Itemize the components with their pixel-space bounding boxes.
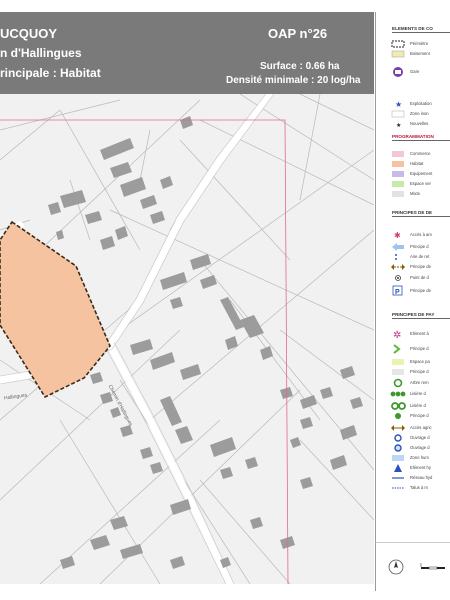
tree-row-icon bbox=[390, 391, 406, 397]
svg-text:✲: ✲ bbox=[393, 330, 401, 339]
arrow-brown-icon bbox=[391, 264, 405, 270]
legend-item-label: Elément hy bbox=[410, 465, 431, 470]
legend-panel: ELEMENTS DE CO Périmètre Boisement Gare ★ Exp… bbox=[375, 12, 450, 542]
legend-section-title: ELEMENTS DE CO bbox=[392, 26, 433, 31]
svg-text:P: P bbox=[395, 289, 400, 296]
north-arrow-icon bbox=[388, 559, 404, 575]
tree-single-icon bbox=[395, 413, 401, 419]
legend-section-title: PRINCIPES DE DE bbox=[392, 210, 433, 215]
legend-item-label: Accès à am bbox=[410, 232, 432, 237]
legend-section-rule bbox=[392, 216, 450, 217]
legend-item-label: Habitat bbox=[410, 161, 424, 166]
svg-text:✱: ✱ bbox=[394, 231, 401, 240]
footer-graphics bbox=[388, 559, 445, 575]
legend-item: Point de d bbox=[390, 272, 450, 283]
legend-section-rule bbox=[392, 140, 450, 141]
legend-item: Mixte bbox=[390, 188, 450, 199]
oap-number: OAP n°26 bbox=[268, 26, 328, 41]
legend-item-label: Point de d bbox=[410, 275, 429, 280]
map-canvas bbox=[0, 94, 374, 584]
tree-circle-icon bbox=[393, 378, 403, 388]
legend-item-label: Elément à bbox=[410, 331, 429, 336]
legend-item-label: Principe d bbox=[410, 369, 429, 374]
site-name: n d'Hallingues bbox=[0, 46, 82, 60]
legend-item-label: Réseau hyd bbox=[410, 475, 433, 480]
legend-item: Arbre rem bbox=[390, 377, 450, 388]
legend-item: Principe d bbox=[390, 366, 450, 377]
surface-value: Surface : 0.66 ha bbox=[260, 61, 340, 72]
legend-item-label: Nouvelles bbox=[410, 121, 429, 126]
legend-item-label: Mixte bbox=[410, 191, 421, 196]
legend-item-label: Espace ver bbox=[410, 181, 431, 186]
fill-lightgrey-icon bbox=[392, 369, 404, 375]
legend-item-label: Lisière d bbox=[410, 391, 426, 396]
density-value: Densité minimale : 20 log/ha bbox=[226, 75, 361, 86]
site-map[interactable]: Chemin d'Hallingues Hallingues bbox=[0, 94, 374, 584]
legend-item-label: Accès agric bbox=[410, 425, 432, 430]
gare-icon bbox=[393, 67, 403, 77]
legend-section-rule bbox=[392, 318, 450, 319]
legend-item-label: Ouvrage d bbox=[410, 445, 430, 450]
legend-item-label: Espace pa bbox=[410, 359, 430, 364]
legend-item-label: Aire de ret bbox=[410, 254, 430, 259]
legend-section-rule bbox=[392, 32, 450, 33]
legend-item-label: Gare bbox=[410, 69, 420, 74]
dot-target-icon bbox=[395, 275, 401, 281]
legend-item-label: Zone hum bbox=[410, 455, 429, 460]
legend-item: Boisement bbox=[390, 48, 450, 59]
legend-item: P Principe de bbox=[390, 285, 450, 296]
legend-item: Principe de bbox=[390, 261, 450, 272]
map-title-header: UCQUOY n d'Hallingues rincipale : Habita… bbox=[0, 12, 374, 94]
legend-item: Gare bbox=[390, 66, 450, 77]
legend-item-label: Principe de bbox=[410, 264, 431, 269]
boisement-icon bbox=[391, 50, 405, 58]
scale-bar-icon bbox=[420, 563, 445, 570]
legend-section-title: PRINCIPES DE PAY bbox=[392, 312, 435, 317]
legend-item: ✱ Accès à am bbox=[390, 229, 450, 240]
parking-icon: P bbox=[392, 285, 403, 296]
legend-item-label: Talus à m bbox=[410, 485, 428, 490]
legend-item: Principe d bbox=[390, 343, 450, 354]
commune-name: UCQUOY bbox=[0, 26, 58, 41]
legend-section-title: PROGRAMMATION bbox=[392, 134, 434, 139]
legend-item: Principe d bbox=[390, 410, 450, 421]
legend-item-label: Lisière d bbox=[410, 403, 426, 408]
legend-item-label: Commerce bbox=[410, 151, 431, 156]
legend-item-label: Boisement bbox=[410, 51, 430, 56]
svg-text:★: ★ bbox=[396, 122, 401, 129]
legend-item-label: Principe d bbox=[410, 244, 429, 249]
dash-blue-icon bbox=[392, 487, 404, 489]
legend-item: ✲ Elément à bbox=[390, 328, 450, 339]
legend-item-label: Exploitation bbox=[410, 101, 432, 106]
flower-icon: ✲ bbox=[393, 330, 401, 339]
legend-item: ★ Nouvelles bbox=[390, 118, 450, 129]
legend-item-label: Périmètre bbox=[410, 41, 429, 46]
star-pink-icon: ✱ bbox=[394, 231, 401, 240]
legend-item: Talus à m bbox=[390, 482, 450, 493]
legend-item-label: Equipement bbox=[410, 171, 433, 176]
legend-item-label: Principe d bbox=[410, 346, 429, 351]
chevron-green-icon bbox=[393, 344, 401, 354]
legend-item-label: Ouvrage d bbox=[410, 435, 430, 440]
vocation-label: rincipale : Habitat bbox=[0, 66, 101, 80]
legend-item-label: Arbre rem bbox=[410, 380, 429, 385]
legend-item-label: Zone inon bbox=[410, 111, 429, 116]
legend-item-label: Principe de bbox=[410, 288, 431, 293]
star-black-icon: ★ bbox=[396, 122, 401, 129]
legend-item: Lisière d bbox=[390, 388, 450, 399]
fill-grey-icon bbox=[392, 191, 404, 197]
legend-item-label: Principe d bbox=[410, 413, 429, 418]
legend-footer bbox=[375, 542, 450, 591]
